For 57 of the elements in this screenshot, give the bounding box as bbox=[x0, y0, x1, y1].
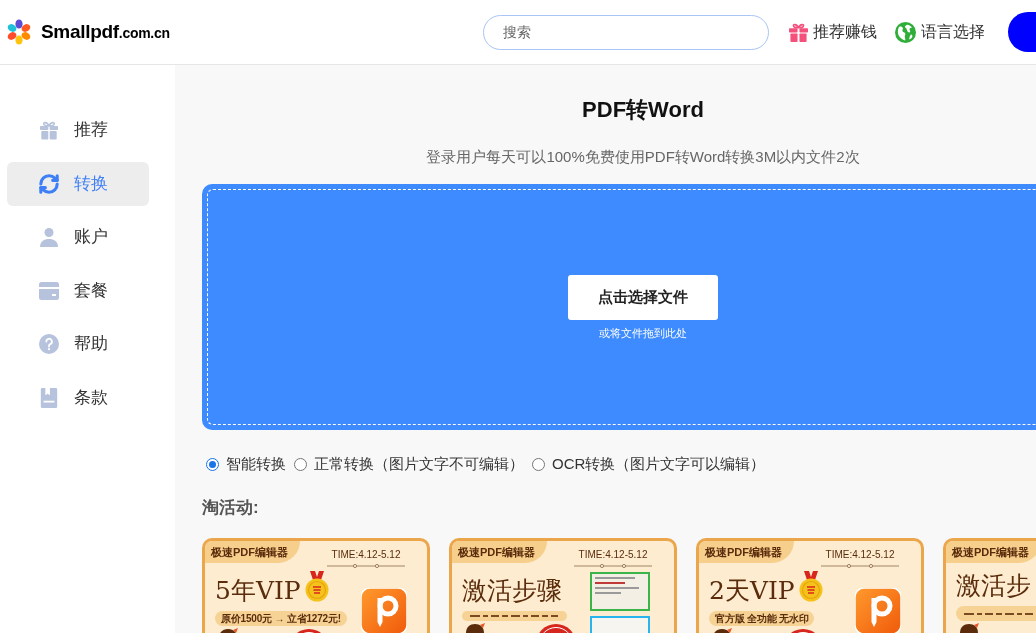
user-icon bbox=[39, 227, 59, 247]
promo-card[interactable]: 极速PDF编辑器 TIME:4.12-5.12 激活步骤 bbox=[449, 538, 677, 633]
logo-link[interactable]: Smallpdf.com.cn bbox=[6, 17, 170, 47]
brand-tab: 极速PDF编辑器 bbox=[699, 541, 794, 563]
time-label: TIME:4.12-5.12 bbox=[331, 549, 401, 561]
section-heading: 淘活动: bbox=[202, 497, 259, 519]
help-icon bbox=[39, 334, 59, 354]
logo-icon bbox=[6, 19, 32, 45]
promo-tagline: 官方版 全功能 无水印 bbox=[709, 611, 815, 626]
radio-button[interactable] bbox=[294, 457, 307, 471]
radio-button[interactable] bbox=[532, 457, 545, 471]
radio-label[interactable]: 智能转换 bbox=[226, 454, 286, 474]
promo-headline: 激活步骤 bbox=[462, 575, 562, 607]
drop-hint: 或将文件拖到此处 bbox=[599, 325, 687, 340]
medal-icon bbox=[303, 571, 330, 602]
sidebar-item[interactable]: 套餐 bbox=[7, 268, 149, 313]
promo-tagline: 原价1500元 → 立省1272元! bbox=[215, 611, 347, 626]
header-button[interactable] bbox=[1008, 12, 1036, 52]
logo-text: Smallpdf.com.cn bbox=[41, 19, 170, 44]
promo-card[interactable]: 极速PDF编辑器 TIME:4.12-5.12 5年VIP 原价1500元 → 立省1272元! bbox=[202, 538, 430, 633]
app-icon bbox=[361, 588, 407, 633]
page-title: PDF转Word bbox=[582, 96, 704, 124]
gift-icon bbox=[789, 22, 808, 42]
cartoon-character-drawing bbox=[464, 623, 486, 633]
brand-tab: 极速PDF编辑器 bbox=[452, 541, 547, 563]
screenshot-thumbnail bbox=[590, 616, 650, 633]
sidebar-item[interactable]: 推荐 bbox=[7, 108, 149, 152]
medal-icon bbox=[797, 571, 824, 602]
promo-card[interactable]: 极速PDF编辑器 TIME:4.12-5.12 2天VIP 官方版 全功能 无水印 bbox=[696, 538, 924, 633]
sidebar-item[interactable]: 条款 bbox=[7, 375, 149, 420]
radio-label[interactable]: OCR转换（图片文字可以编辑） bbox=[552, 454, 766, 474]
sidebar-item[interactable]: 帮助 bbox=[7, 322, 149, 366]
brand-tab: 极速PDF编辑器 bbox=[946, 541, 1036, 563]
promo-headline: 5年VIP bbox=[215, 575, 301, 607]
upload-area[interactable]: 点击选择文件 或将文件拖到此处 bbox=[202, 184, 1036, 430]
referral-link[interactable]: 推荐赚钱 bbox=[789, 20, 877, 44]
page-subtitle: 登录用户每天可以100%免费使用PDF转Word转换3M以内文件2次 bbox=[426, 147, 860, 167]
time-label: TIME:4.12-5.12 bbox=[825, 549, 895, 561]
promo-card[interactable]: 极速PDF编辑器 激活步 bbox=[943, 538, 1036, 633]
radio-label[interactable]: 正常转换（图片文字不可编辑） bbox=[314, 454, 524, 474]
cartoon-character-drawing bbox=[958, 623, 980, 633]
radio-button[interactable] bbox=[206, 457, 219, 471]
time-label: TIME:4.12-5.12 bbox=[578, 549, 648, 561]
document-icon bbox=[39, 387, 59, 408]
promo-headline: 2天VIP bbox=[709, 575, 795, 607]
card-icon bbox=[39, 280, 59, 301]
brand-tab: 极速PDF编辑器 bbox=[205, 541, 300, 563]
promo-headline: 激活步 bbox=[956, 570, 1031, 602]
globe-icon bbox=[895, 21, 916, 43]
sync-icon bbox=[39, 173, 59, 194]
sidebar-item[interactable]: 账户 bbox=[7, 215, 149, 259]
app-icon bbox=[855, 588, 901, 633]
search-field[interactable]: 搜索 bbox=[483, 14, 769, 50]
screenshot-thumbnail bbox=[590, 572, 650, 611]
choose-file-button[interactable]: 点击选择文件 bbox=[568, 274, 718, 320]
gift-icon bbox=[39, 120, 59, 140]
language-link[interactable]: 语言选择 bbox=[895, 20, 985, 44]
